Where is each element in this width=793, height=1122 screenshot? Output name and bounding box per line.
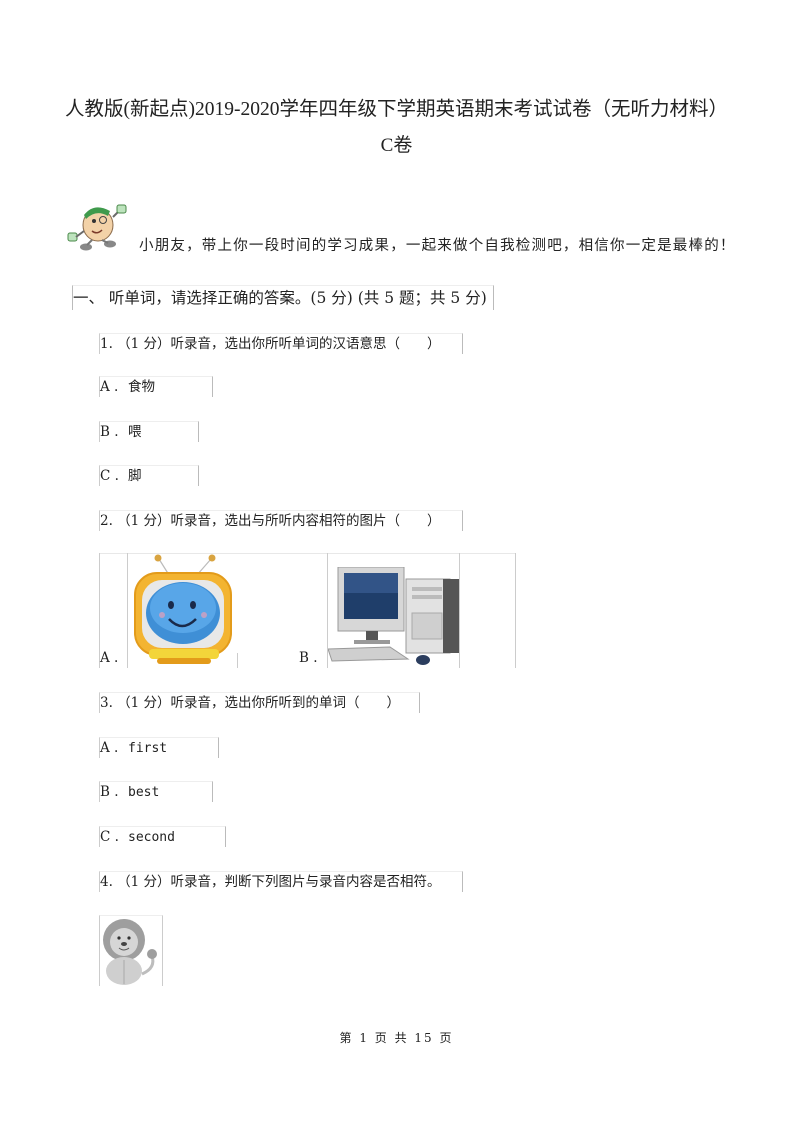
option-label: A . [100, 379, 119, 395]
option-text: 食物 [128, 379, 155, 395]
option-text: 喂 [128, 424, 142, 440]
option-label: A . [100, 740, 119, 756]
question-3-stem: 3. （1 分）听录音，选出你所听到的单词（ ） [99, 692, 420, 713]
desktop-computer-icon[interactable] [328, 567, 459, 667]
option-text: 脚 [128, 468, 142, 484]
option-text: second [128, 830, 175, 845]
option-label: C . [100, 829, 119, 845]
option-text: first [128, 741, 168, 756]
question-2-stem: 2. （1 分）听录音，选出与所听内容相符的图片（ ） [99, 510, 463, 531]
cartoon-mascot-icon [67, 204, 127, 251]
question-3-option-b[interactable]: B . best [99, 781, 213, 802]
question-1-option-a[interactable]: A . 食物 [99, 376, 213, 397]
option-label: B . [100, 784, 119, 800]
image-option-b-label: B . [299, 650, 318, 666]
section-heading: 一、 听单词，请选择正确的答案。(5 分) (共 5 题；共 5 分) [72, 285, 494, 310]
option-label: B . [100, 424, 119, 440]
question-3-option-c[interactable]: C . second [99, 826, 226, 847]
document-subtitle: C卷 [380, 135, 413, 156]
image-option-a-label: A . [100, 650, 119, 666]
question-3-option-a[interactable]: A . first [99, 737, 219, 758]
cartoon-tv-icon[interactable] [129, 553, 235, 666]
question-2-image-options: A . B . [99, 553, 516, 668]
intro-text: 小朋友，带上你一段时间的学习成果，一起来做个自我检测吧，相信你一定是最棒的！ [139, 238, 736, 254]
page-number: 第 1 页 共 15 页 [339, 1031, 454, 1045]
lion-icon [99, 915, 163, 986]
question-1-option-c[interactable]: C . 脚 [99, 465, 199, 486]
document-title: 人教版(新起点)2019-2020学年四年级下学期英语期末考试试卷（无听力材料） [65, 99, 728, 120]
question-1-option-b[interactable]: B . 喂 [99, 421, 199, 442]
option-label: C . [100, 468, 119, 484]
question-1-stem: 1. （1 分）听录音，选出你所听单词的汉语意思（ ） [99, 333, 463, 354]
question-4-stem: 4. （1 分）听录音，判断下列图片与录音内容是否相符。 [99, 871, 463, 892]
option-text: best [128, 785, 160, 800]
